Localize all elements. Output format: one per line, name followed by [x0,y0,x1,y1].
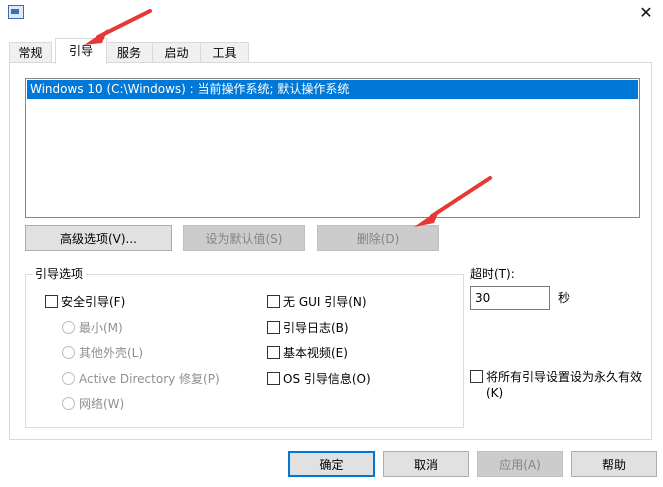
annotation-arrow-delete [414,176,492,227]
base-video-checkbox[interactable] [267,346,280,359]
boot-log-label: 引导日志(B) [283,321,349,335]
no-gui-option[interactable]: 无 GUI 引导(N) [267,293,367,311]
os-list-item[interactable]: Windows 10 (C:\Windows) : 当前操作系统; 默认操作系统 [27,80,638,99]
minimal-option[interactable]: 最小(M) [62,319,123,337]
ok-button[interactable]: 确定 [288,451,375,477]
os-boot-info-checkbox[interactable] [267,372,280,385]
os-list[interactable]: Windows 10 (C:\Windows) : 当前操作系统; 默认操作系统 [25,78,640,218]
active-directory-radio[interactable] [62,372,75,385]
make-permanent-label-accel: (K) [486,386,504,400]
minimal-radio[interactable] [62,321,75,334]
safe-boot-checkbox[interactable] [45,295,58,308]
make-permanent-checkbox[interactable] [470,370,483,383]
timeout-unit: 秒 [558,291,571,305]
make-permanent-label: 将所有引导设置设为永久有效 [486,370,643,384]
cancel-button[interactable]: 取消 [383,451,469,477]
help-button[interactable]: 帮助 [571,451,657,477]
timeout-label: 超时(T): [470,267,515,281]
tab-general[interactable]: 常规 [9,42,52,63]
active-directory-option[interactable]: Active Directory 修复(P) [62,370,220,388]
app-icon [8,5,24,19]
no-gui-checkbox[interactable] [267,295,280,308]
no-gui-label: 无 GUI 引导(N) [283,295,367,309]
alternate-shell-option[interactable]: 其他外壳(L) [62,344,143,362]
annotation-arrow-tab [84,9,152,45]
close-icon[interactable]: ✕ [636,3,656,23]
timeout-input[interactable]: 30 [470,286,550,310]
alternate-shell-label: 其他外壳(L) [79,346,144,360]
advanced-options-button[interactable]: 高级选项(V)... [25,225,172,251]
os-boot-info-option[interactable]: OS 引导信息(O) [267,370,371,388]
apply-button[interactable]: 应用(A) [477,451,563,477]
boot-log-checkbox[interactable] [267,321,280,334]
minimal-label: 最小(M) [79,321,123,335]
boot-options-title: 引导选项 [32,265,87,282]
boot-log-option[interactable]: 引导日志(B) [267,319,349,337]
network-label: 网络(W) [79,397,125,411]
network-radio[interactable] [62,397,75,410]
tab-tools[interactable]: 工具 [200,42,249,63]
safe-boot-option[interactable]: 安全引导(F) [45,293,125,311]
base-video-option[interactable]: 基本视频(E) [267,344,348,362]
set-default-button[interactable]: 设为默认值(S) [183,225,305,251]
safe-boot-label: 安全引导(F) [61,295,126,309]
os-boot-info-label: OS 引导信息(O) [283,372,371,386]
alternate-shell-radio[interactable] [62,346,75,359]
network-option[interactable]: 网络(W) [62,395,124,413]
base-video-label: 基本视频(E) [283,346,348,360]
active-directory-label: Active Directory 修复(P) [79,372,220,386]
